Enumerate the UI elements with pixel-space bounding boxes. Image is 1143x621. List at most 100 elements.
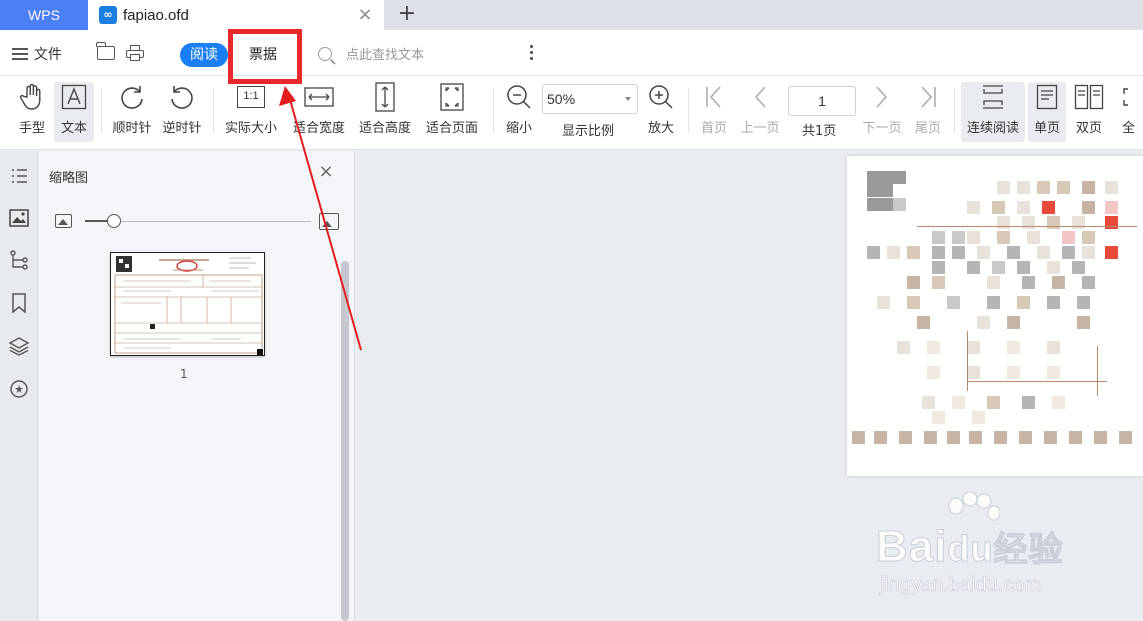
ofd-file-icon: ∞	[99, 6, 117, 24]
pixel-block	[1057, 181, 1070, 194]
double-page-button[interactable]: 双页	[1070, 82, 1108, 142]
pixel-block	[917, 316, 930, 329]
last-page-button[interactable]: 尾页	[910, 82, 946, 142]
close-icon[interactable]: ×	[318, 163, 334, 181]
pixel-block	[1119, 431, 1132, 444]
pixel-block	[893, 198, 906, 211]
new-tab-icon[interactable]: +	[396, 3, 418, 27]
invoice-rule-line	[967, 381, 1107, 382]
thumbnail-scrollbar[interactable]	[341, 261, 349, 621]
pixel-block	[1007, 341, 1020, 354]
continuous-read-label: 连续阅读	[966, 121, 1019, 136]
structure-tree-icon[interactable]	[8, 249, 30, 271]
fit-page-icon	[440, 82, 464, 112]
pixel-block	[1052, 396, 1065, 409]
layers-icon[interactable]	[8, 335, 30, 357]
pixel-block	[932, 411, 945, 424]
pixel-block	[1082, 276, 1095, 289]
pixel-block	[1042, 201, 1055, 214]
more-options-icon[interactable]	[530, 45, 534, 61]
fit-width-button[interactable]: 适合宽度	[288, 82, 350, 142]
text-tool-button[interactable]: 文本	[54, 82, 94, 142]
hand-tool-button[interactable]: 手型	[14, 82, 50, 142]
pixel-block	[1022, 396, 1035, 409]
pixel-block	[992, 201, 1005, 214]
annotation-icon[interactable]	[8, 378, 30, 400]
pixel-block	[927, 341, 940, 354]
thumbnail-size-large-icon[interactable]	[319, 213, 339, 230]
thumbnail-size-small-icon[interactable]	[55, 214, 72, 228]
page-thumbnail[interactable]	[110, 252, 265, 356]
pixel-block	[907, 296, 920, 309]
pixel-block	[1082, 181, 1095, 194]
pixel-block	[927, 366, 940, 379]
open-folder-icon[interactable]	[96, 42, 115, 60]
zoom-in-label: 放大	[647, 121, 674, 136]
pixel-block	[1047, 366, 1060, 379]
pixel-block	[922, 396, 935, 409]
continuous-read-button[interactable]: 连续阅读	[961, 82, 1025, 142]
thumbnail-icon[interactable]	[8, 207, 30, 229]
pixel-block	[972, 411, 985, 424]
zoom-in-icon	[648, 82, 674, 112]
pixel-block	[952, 396, 965, 409]
single-page-icon	[1036, 82, 1058, 112]
pixel-block	[967, 261, 980, 274]
document-tab[interactable]: ∞ fapiao.ofd ×	[88, 0, 384, 30]
pixel-block	[977, 316, 990, 329]
tab-read[interactable]: 阅读	[180, 43, 228, 67]
last-page-icon	[918, 82, 938, 112]
pixel-block	[1105, 181, 1118, 194]
actual-size-icon: 1:1	[237, 82, 265, 112]
zoom-in-button[interactable]: 放大	[642, 82, 680, 142]
hand-tool-label: 手型	[18, 121, 45, 136]
thumbnail-panel-title: 缩略图	[49, 171, 89, 186]
actual-size-label: 实际大小	[224, 121, 277, 136]
thumbnail-size-slider-handle[interactable]	[107, 214, 121, 228]
fit-page-button[interactable]: 适合页面	[420, 82, 484, 142]
fit-height-button[interactable]: 适合高度	[354, 82, 416, 142]
search-text-box[interactable]: 点此查找文本	[318, 44, 424, 63]
zoom-ratio-value: 50%	[547, 91, 576, 107]
wps-app-tab[interactable]: WPS	[0, 0, 88, 30]
pixel-block	[924, 431, 937, 444]
rotate-clockwise-button[interactable]: 顺时针	[108, 82, 156, 142]
zoom-ratio-select[interactable]: 50%	[542, 84, 638, 114]
next-page-label: 下一页	[862, 121, 902, 136]
pixel-block	[997, 181, 1010, 194]
rotate-counterclockwise-button[interactable]: 逆时针	[158, 82, 206, 142]
current-page-input[interactable]: 1	[788, 86, 856, 116]
next-page-button[interactable]: 下一页	[858, 82, 906, 142]
bookmark-icon[interactable]	[8, 292, 30, 314]
zoom-ratio-label: 显示比例	[562, 124, 615, 139]
fullscreen-button[interactable]: 全	[1122, 82, 1143, 142]
pixel-block	[952, 231, 965, 244]
pixel-block	[1037, 181, 1050, 194]
zoom-out-button[interactable]: 缩小	[500, 82, 538, 142]
pixel-block	[947, 296, 960, 309]
close-tab-icon[interactable]: ×	[356, 6, 374, 24]
pixel-block	[987, 296, 1000, 309]
chevron-left-icon	[753, 82, 767, 112]
pixel-block	[1105, 201, 1118, 214]
pixel-block	[1037, 246, 1050, 259]
file-menu-button[interactable]: 文件	[12, 44, 62, 64]
actual-size-button[interactable]: 1:1 实际大小	[220, 82, 282, 142]
single-page-button[interactable]: 单页	[1028, 82, 1066, 142]
pixel-block	[867, 184, 880, 197]
last-page-label: 尾页	[914, 121, 941, 136]
fit-width-label: 适合宽度	[292, 121, 345, 136]
previous-page-button[interactable]: 上一页	[736, 82, 784, 142]
print-icon[interactable]	[126, 45, 144, 61]
pixel-block	[1047, 261, 1060, 274]
pixel-block	[852, 431, 865, 444]
hamburger-icon	[12, 48, 28, 60]
fit-height-icon	[374, 82, 396, 112]
pixel-block	[877, 296, 890, 309]
first-page-label: 首页	[700, 121, 727, 136]
pixel-block	[1062, 246, 1075, 259]
first-page-button[interactable]: 首页	[696, 82, 732, 142]
outline-icon[interactable]	[8, 165, 30, 187]
pixel-block	[967, 341, 980, 354]
pixel-block	[867, 171, 880, 184]
